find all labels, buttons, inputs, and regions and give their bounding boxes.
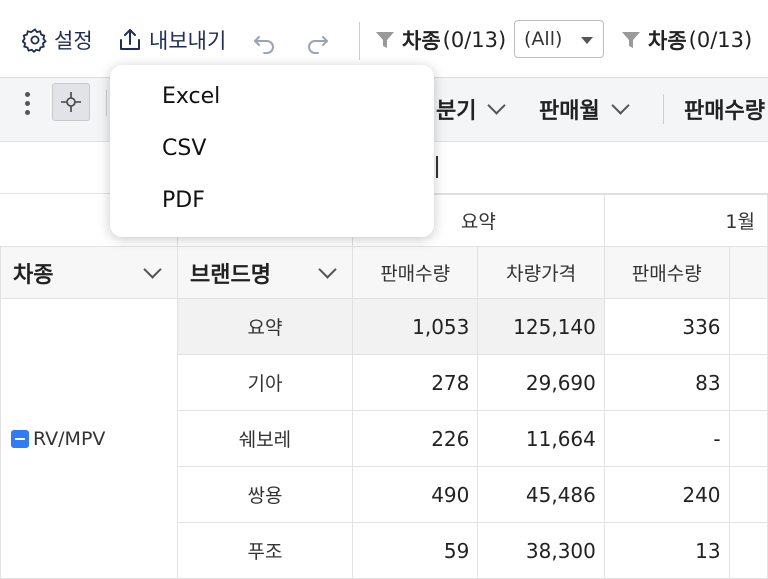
price-cell: 125,140 — [477, 298, 605, 355]
filter-name: 차종 — [648, 29, 687, 53]
chevron-down-icon — [581, 37, 593, 44]
overflow-cell — [728, 354, 768, 411]
filter-chip-type-2[interactable]: 차종 (0/13) — [620, 22, 752, 58]
export-menu-item-csv[interactable]: CSV — [162, 136, 206, 161]
filter-select[interactable]: (All) — [514, 20, 604, 58]
overflow-cell — [728, 298, 768, 355]
jan-qty-cell: 13 — [603, 522, 730, 579]
field-pill-quantity[interactable]: 판매수량 — [684, 92, 765, 126]
more-options-icon[interactable] — [22, 92, 32, 118]
overflow-cell — [728, 410, 768, 467]
column-header-label: 차종 — [13, 262, 54, 288]
brand-cell: 쉐보레 — [176, 410, 353, 467]
qty-cell: 278 — [351, 354, 479, 411]
jan-qty-cell: 240 — [603, 466, 730, 523]
brand-cell: 요약 — [176, 298, 353, 355]
group-header-jan: 1월 — [603, 194, 768, 247]
column-header-label: 브랜드명 — [189, 262, 271, 288]
filter-select-value: (All) — [524, 28, 563, 50]
upload-icon — [117, 27, 143, 53]
table-row: RV/MPV 요약 1,053 125,140 336 — [0, 298, 768, 579]
chevron-down-icon — [487, 95, 507, 115]
pivot-grid: 요약 1월 차종 브랜드명 판매수량 차량가격 판매수량 RV/MPV 요약 1… — [0, 194, 768, 579]
field-pill-label: 분기 — [436, 99, 477, 124]
field-pill-label: 판매월 — [539, 99, 600, 124]
overflow-cell — [728, 522, 768, 579]
filter-chip-type-1[interactable]: 차종 (0/13) — [374, 22, 506, 58]
settings-label: 설정 — [54, 29, 93, 53]
jan-qty-cell: 83 — [603, 354, 730, 411]
chevron-down-icon — [611, 95, 630, 115]
chevron-down-icon[interactable] — [318, 260, 337, 279]
gear-icon — [22, 27, 48, 53]
measure-header-price: 차량가격 — [477, 246, 605, 299]
qty-cell: 1,053 — [351, 298, 479, 355]
measure-header-qty: 판매수량 — [351, 246, 479, 299]
measure-header-jan-qty: 판매수량 — [603, 246, 730, 299]
settings-button[interactable]: 설정 — [22, 22, 93, 58]
field-pill-label: 판매수량 — [684, 99, 765, 124]
qty-cell: 59 — [351, 522, 479, 579]
funnel-icon — [374, 29, 396, 51]
column-header-brand[interactable]: 브랜드명 — [176, 246, 353, 299]
toolbar-divider — [359, 22, 360, 60]
brand-cell: 기아 — [176, 354, 353, 411]
field-pill-month[interactable]: 판매월 — [539, 92, 630, 126]
field-pill-quarter[interactable]: 분기 — [436, 92, 507, 126]
qty-cell: 490 — [351, 466, 479, 523]
crosshair-icon — [61, 92, 81, 112]
price-cell: 38,300 — [477, 522, 605, 579]
undo-icon[interactable] — [252, 28, 278, 54]
export-button[interactable]: 내보내기 — [117, 22, 226, 58]
brand-cell: 쌍용 — [176, 466, 353, 523]
export-menu: Excel CSV PDF — [110, 65, 434, 237]
row-group-cell: RV/MPV — [0, 298, 178, 579]
overflow-cell — [728, 466, 768, 523]
export-label: 내보내기 — [149, 29, 227, 53]
measure-header-overflow — [728, 246, 768, 299]
brand-cell: 푸조 — [176, 522, 353, 579]
text-cursor — [436, 156, 438, 178]
filter-count: (0/13) — [442, 28, 507, 52]
chevron-down-icon[interactable] — [143, 260, 162, 279]
filter-name: 차종 — [402, 29, 441, 53]
funnel-icon — [620, 29, 642, 51]
column-header-type[interactable]: 차종 — [0, 246, 178, 299]
price-cell: 45,486 — [477, 466, 605, 523]
subbar-divider — [663, 94, 664, 124]
qty-cell: 226 — [351, 410, 479, 467]
export-menu-item-excel[interactable]: Excel — [162, 84, 220, 109]
row-group-label: RV/MPV — [33, 427, 106, 450]
export-menu-item-pdf[interactable]: PDF — [162, 188, 205, 213]
collapse-icon[interactable] — [11, 430, 29, 448]
jan-qty-cell: 336 — [603, 298, 730, 355]
filter-count: (0/13) — [688, 28, 753, 52]
subbar-divider — [106, 90, 107, 116]
price-cell: 29,690 — [477, 354, 605, 411]
redo-icon[interactable] — [304, 28, 330, 54]
jan-qty-cell: - — [603, 410, 730, 467]
crosshair-button[interactable] — [52, 83, 90, 121]
price-cell: 11,664 — [477, 410, 605, 467]
